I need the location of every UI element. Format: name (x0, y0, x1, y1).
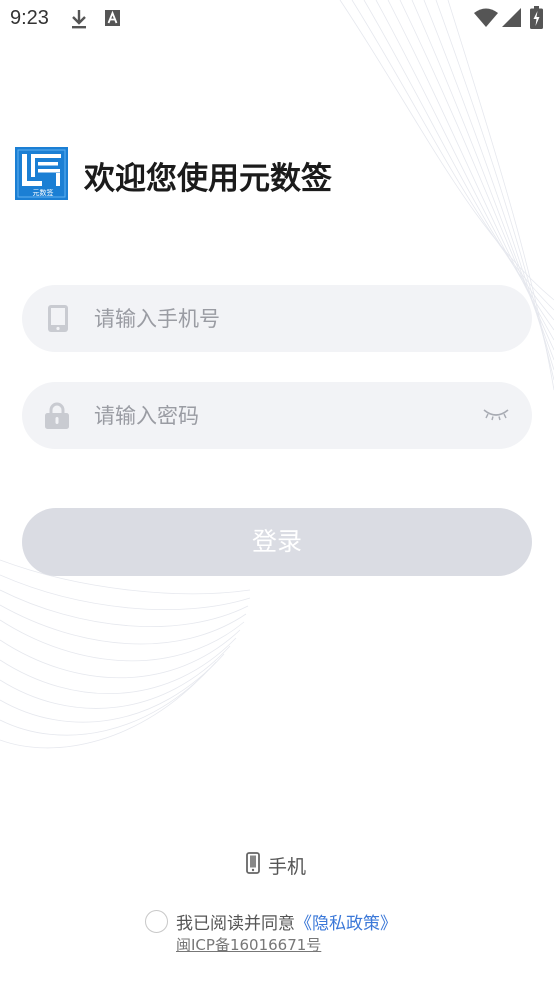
wifi-icon (474, 8, 498, 32)
privacy-policy-link[interactable]: 《隐私政策》 (295, 914, 397, 934)
password-field[interactable] (22, 382, 532, 449)
agreement-text: 我已阅读并同意《隐私政策》 (176, 909, 397, 934)
phone-input[interactable] (94, 285, 474, 352)
a-notification-icon (104, 8, 122, 32)
app-logo: 元数签 (15, 147, 68, 200)
status-bar: 9:23 (0, 0, 554, 38)
agree-checkbox[interactable] (145, 910, 168, 933)
phone-mode-icon (246, 852, 260, 878)
password-input[interactable] (94, 382, 474, 449)
background-decoration (0, 0, 554, 749)
switch-mode-label: 手机 (268, 855, 307, 878)
agreement-row: 我已阅读并同意《隐私政策》 (145, 908, 445, 936)
login-button[interactable]: 登录 (22, 508, 532, 576)
switch-login-mode[interactable]: 手机 (246, 851, 306, 879)
download-icon (70, 8, 88, 34)
lock-icon (45, 402, 69, 433)
status-time: 9:23 (10, 7, 49, 29)
signal-icon (502, 8, 522, 32)
agreement-prefix: 我已阅读并同意 (176, 914, 295, 934)
logo-text: 元数签 (33, 188, 54, 197)
battery-charging-icon (530, 6, 543, 33)
eye-closed-icon[interactable] (482, 406, 510, 426)
icp-license-link[interactable]: 闽ICP备16016671号 (176, 934, 321, 955)
phone-field[interactable] (22, 285, 532, 352)
welcome-title: 欢迎您使用元数签 (84, 161, 332, 197)
phone-icon (48, 305, 68, 336)
